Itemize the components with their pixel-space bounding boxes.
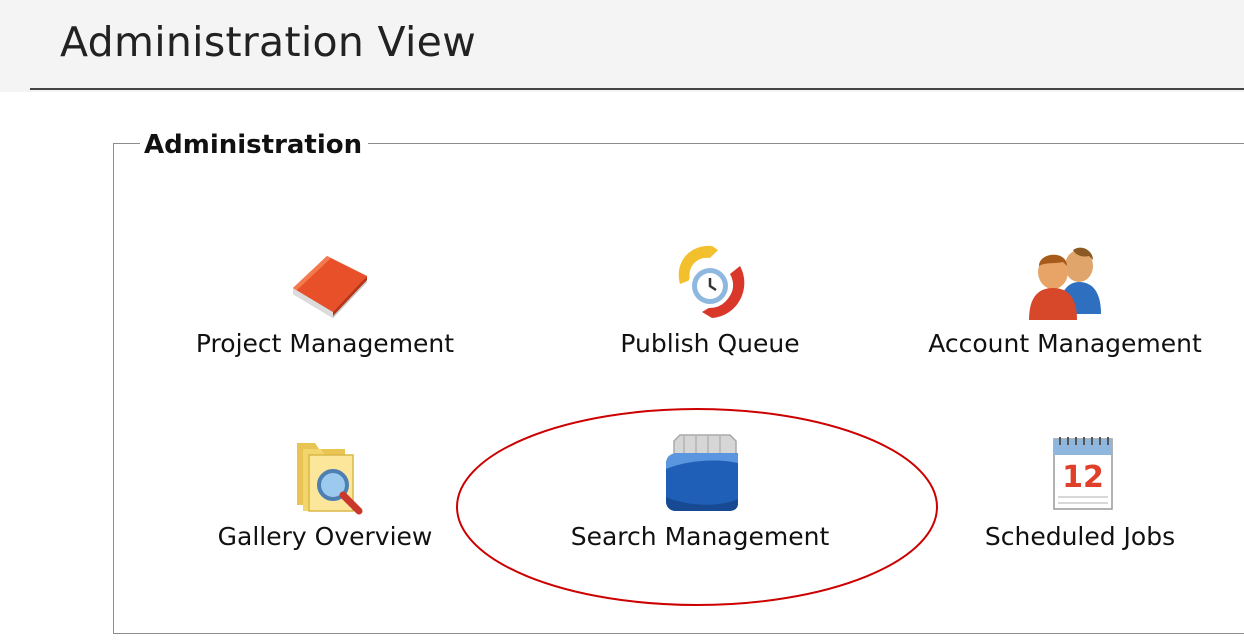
- page-header: Administration View: [0, 0, 1244, 92]
- tool-label: Project Management: [195, 329, 455, 358]
- account-management-link[interactable]: Account Management: [895, 232, 1235, 358]
- calendar-icon: 12: [1053, 437, 1113, 510]
- gallery-overview-link[interactable]: Gallery Overview: [180, 425, 470, 551]
- page-title: Administration View: [60, 18, 477, 66]
- project-management-link[interactable]: Project Management: [160, 232, 490, 358]
- publish-queue-icon: [678, 245, 745, 318]
- administration-legend: Administration: [140, 130, 369, 160]
- administration-fieldset: [113, 143, 1244, 634]
- tool-label: Scheduled Jobs: [984, 522, 1176, 551]
- tool-label: Publish Queue: [620, 329, 800, 358]
- folder-search-icon: [297, 443, 363, 515]
- publish-queue-link[interactable]: Publish Queue: [560, 232, 860, 358]
- tool-label: Account Management: [928, 329, 1202, 358]
- users-icon: [1029, 247, 1101, 320]
- book-icon: [293, 256, 367, 318]
- tool-label: Search Management: [570, 522, 830, 551]
- search-management-link[interactable]: Search Management: [535, 425, 865, 551]
- header-divider: [30, 88, 1244, 90]
- database-icon: [666, 434, 738, 511]
- calendar-day-number: 12: [1062, 460, 1104, 495]
- scheduled-jobs-link[interactable]: 12 Scheduled Jobs: [940, 425, 1220, 551]
- tool-label: Gallery Overview: [217, 522, 433, 551]
